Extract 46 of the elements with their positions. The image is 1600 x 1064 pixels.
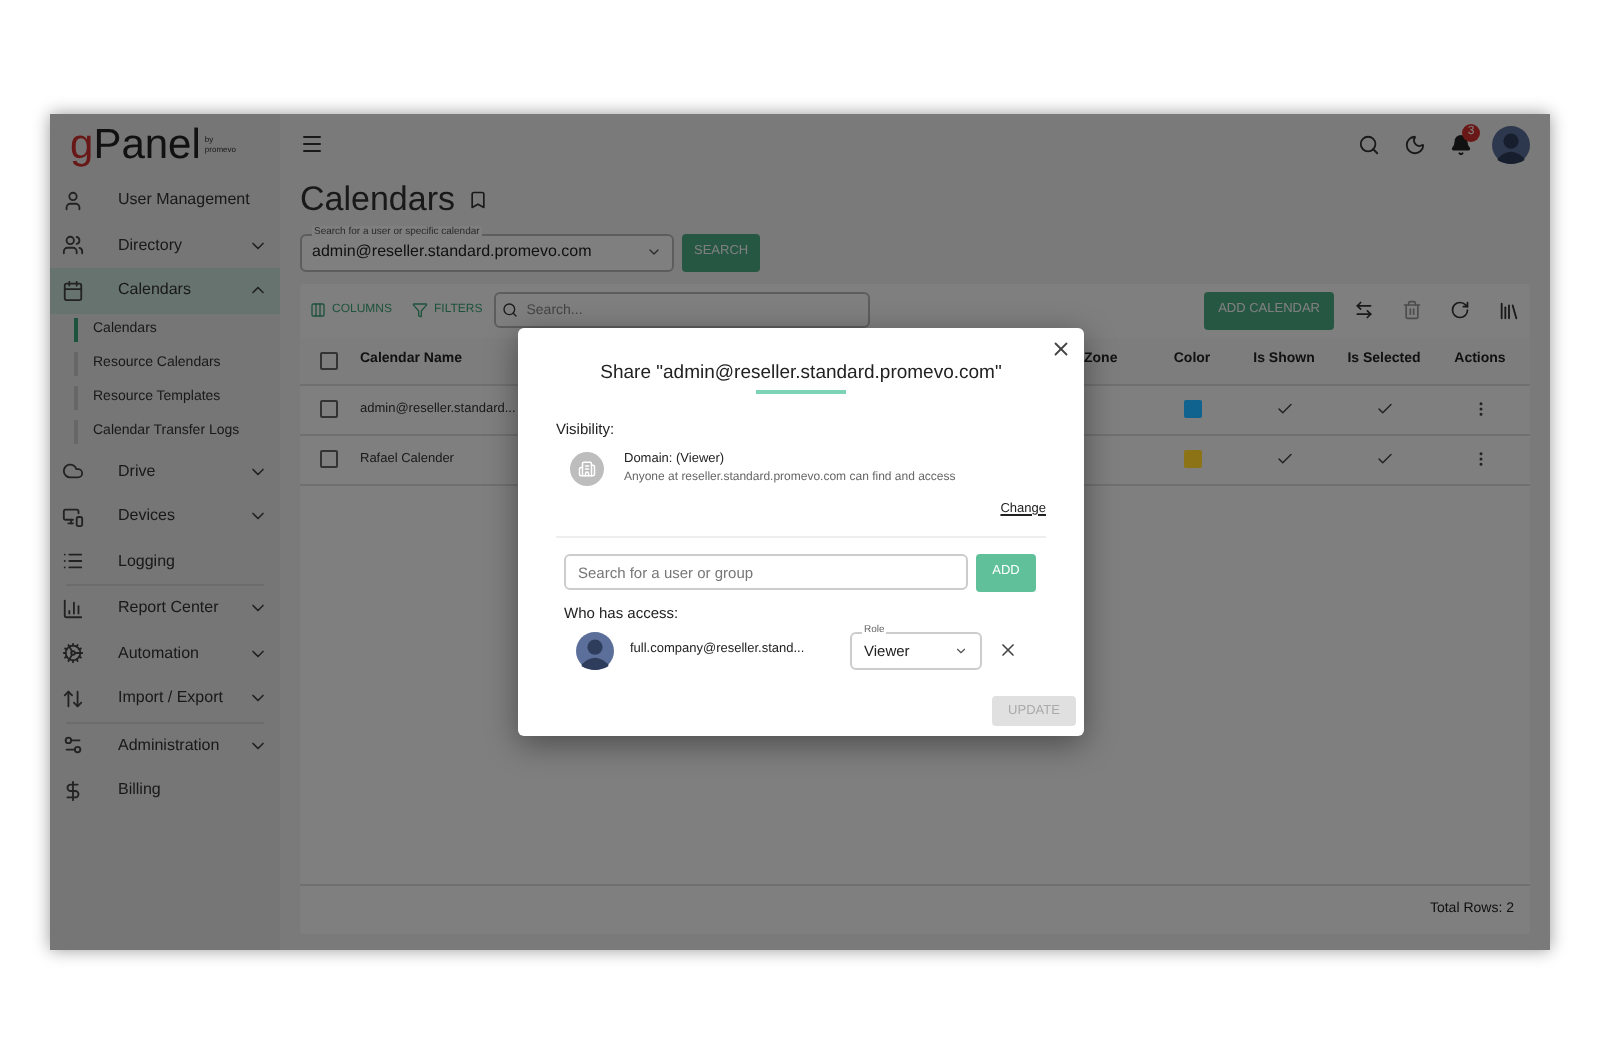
- avatar: [1492, 125, 1530, 163]
- swap-icon[interactable]: [1354, 300, 1374, 320]
- cloud-icon: [62, 460, 84, 483]
- bookmark-icon[interactable]: [467, 189, 487, 210]
- caret-icon: [954, 643, 968, 658]
- refresh-icon[interactable]: [1450, 300, 1470, 320]
- person-icon: [62, 189, 84, 212]
- library-icon[interactable]: [1498, 299, 1520, 321]
- dialog-title: Share "admin@reseller.standard.promevo.com": [600, 360, 1002, 388]
- columns-icon: [310, 302, 326, 318]
- list-icon: [62, 550, 84, 573]
- menu-icon[interactable]: [300, 132, 324, 156]
- search-icon[interactable]: [1358, 133, 1380, 155]
- sidebar-item[interactable]: Report Center: [50, 586, 280, 631]
- close-icon[interactable]: [1050, 338, 1072, 360]
- sidebar-item[interactable]: Logging: [50, 539, 280, 584]
- row-checkbox[interactable]: [319, 450, 337, 468]
- sidebar-item[interactable]: Calendars: [50, 268, 280, 313]
- remove-icon[interactable]: [998, 640, 1018, 661]
- title-underline: [756, 390, 846, 394]
- gear-icon: [62, 642, 84, 665]
- sidebar-item[interactable]: User Management: [50, 178, 280, 223]
- search-icon: [502, 302, 519, 318]
- select-all-checkbox[interactable]: [319, 351, 337, 369]
- row-checkbox[interactable]: [319, 400, 337, 418]
- calendar-icon: [62, 279, 84, 302]
- caret-icon: [646, 244, 662, 260]
- bell-icon[interactable]: [1450, 133, 1472, 155]
- bar-chart-icon: [62, 597, 84, 620]
- sidebar-item[interactable]: Drive: [50, 449, 280, 494]
- moon-icon[interactable]: [1404, 133, 1426, 155]
- member-avatar: [576, 631, 614, 670]
- sidebar-item[interactable]: Administration: [50, 723, 280, 768]
- devices-icon: [62, 505, 84, 528]
- trash-icon[interactable]: [1402, 300, 1422, 320]
- sidebar-item[interactable]: Automation: [50, 631, 280, 676]
- sidebar-item[interactable]: Billing: [50, 768, 280, 813]
- page-title: Calendars: [300, 178, 455, 222]
- logo-text: gPanel: [70, 122, 201, 170]
- sidebar-item[interactable]: Devices: [50, 494, 280, 539]
- people-icon: [62, 234, 84, 257]
- sidebar-item[interactable]: Directory: [50, 223, 280, 268]
- sidebar-item[interactable]: Import / Export: [50, 676, 280, 721]
- filter-icon: [412, 302, 429, 318]
- up-down-arrows-icon: [62, 687, 84, 710]
- dollar-icon: [62, 779, 84, 802]
